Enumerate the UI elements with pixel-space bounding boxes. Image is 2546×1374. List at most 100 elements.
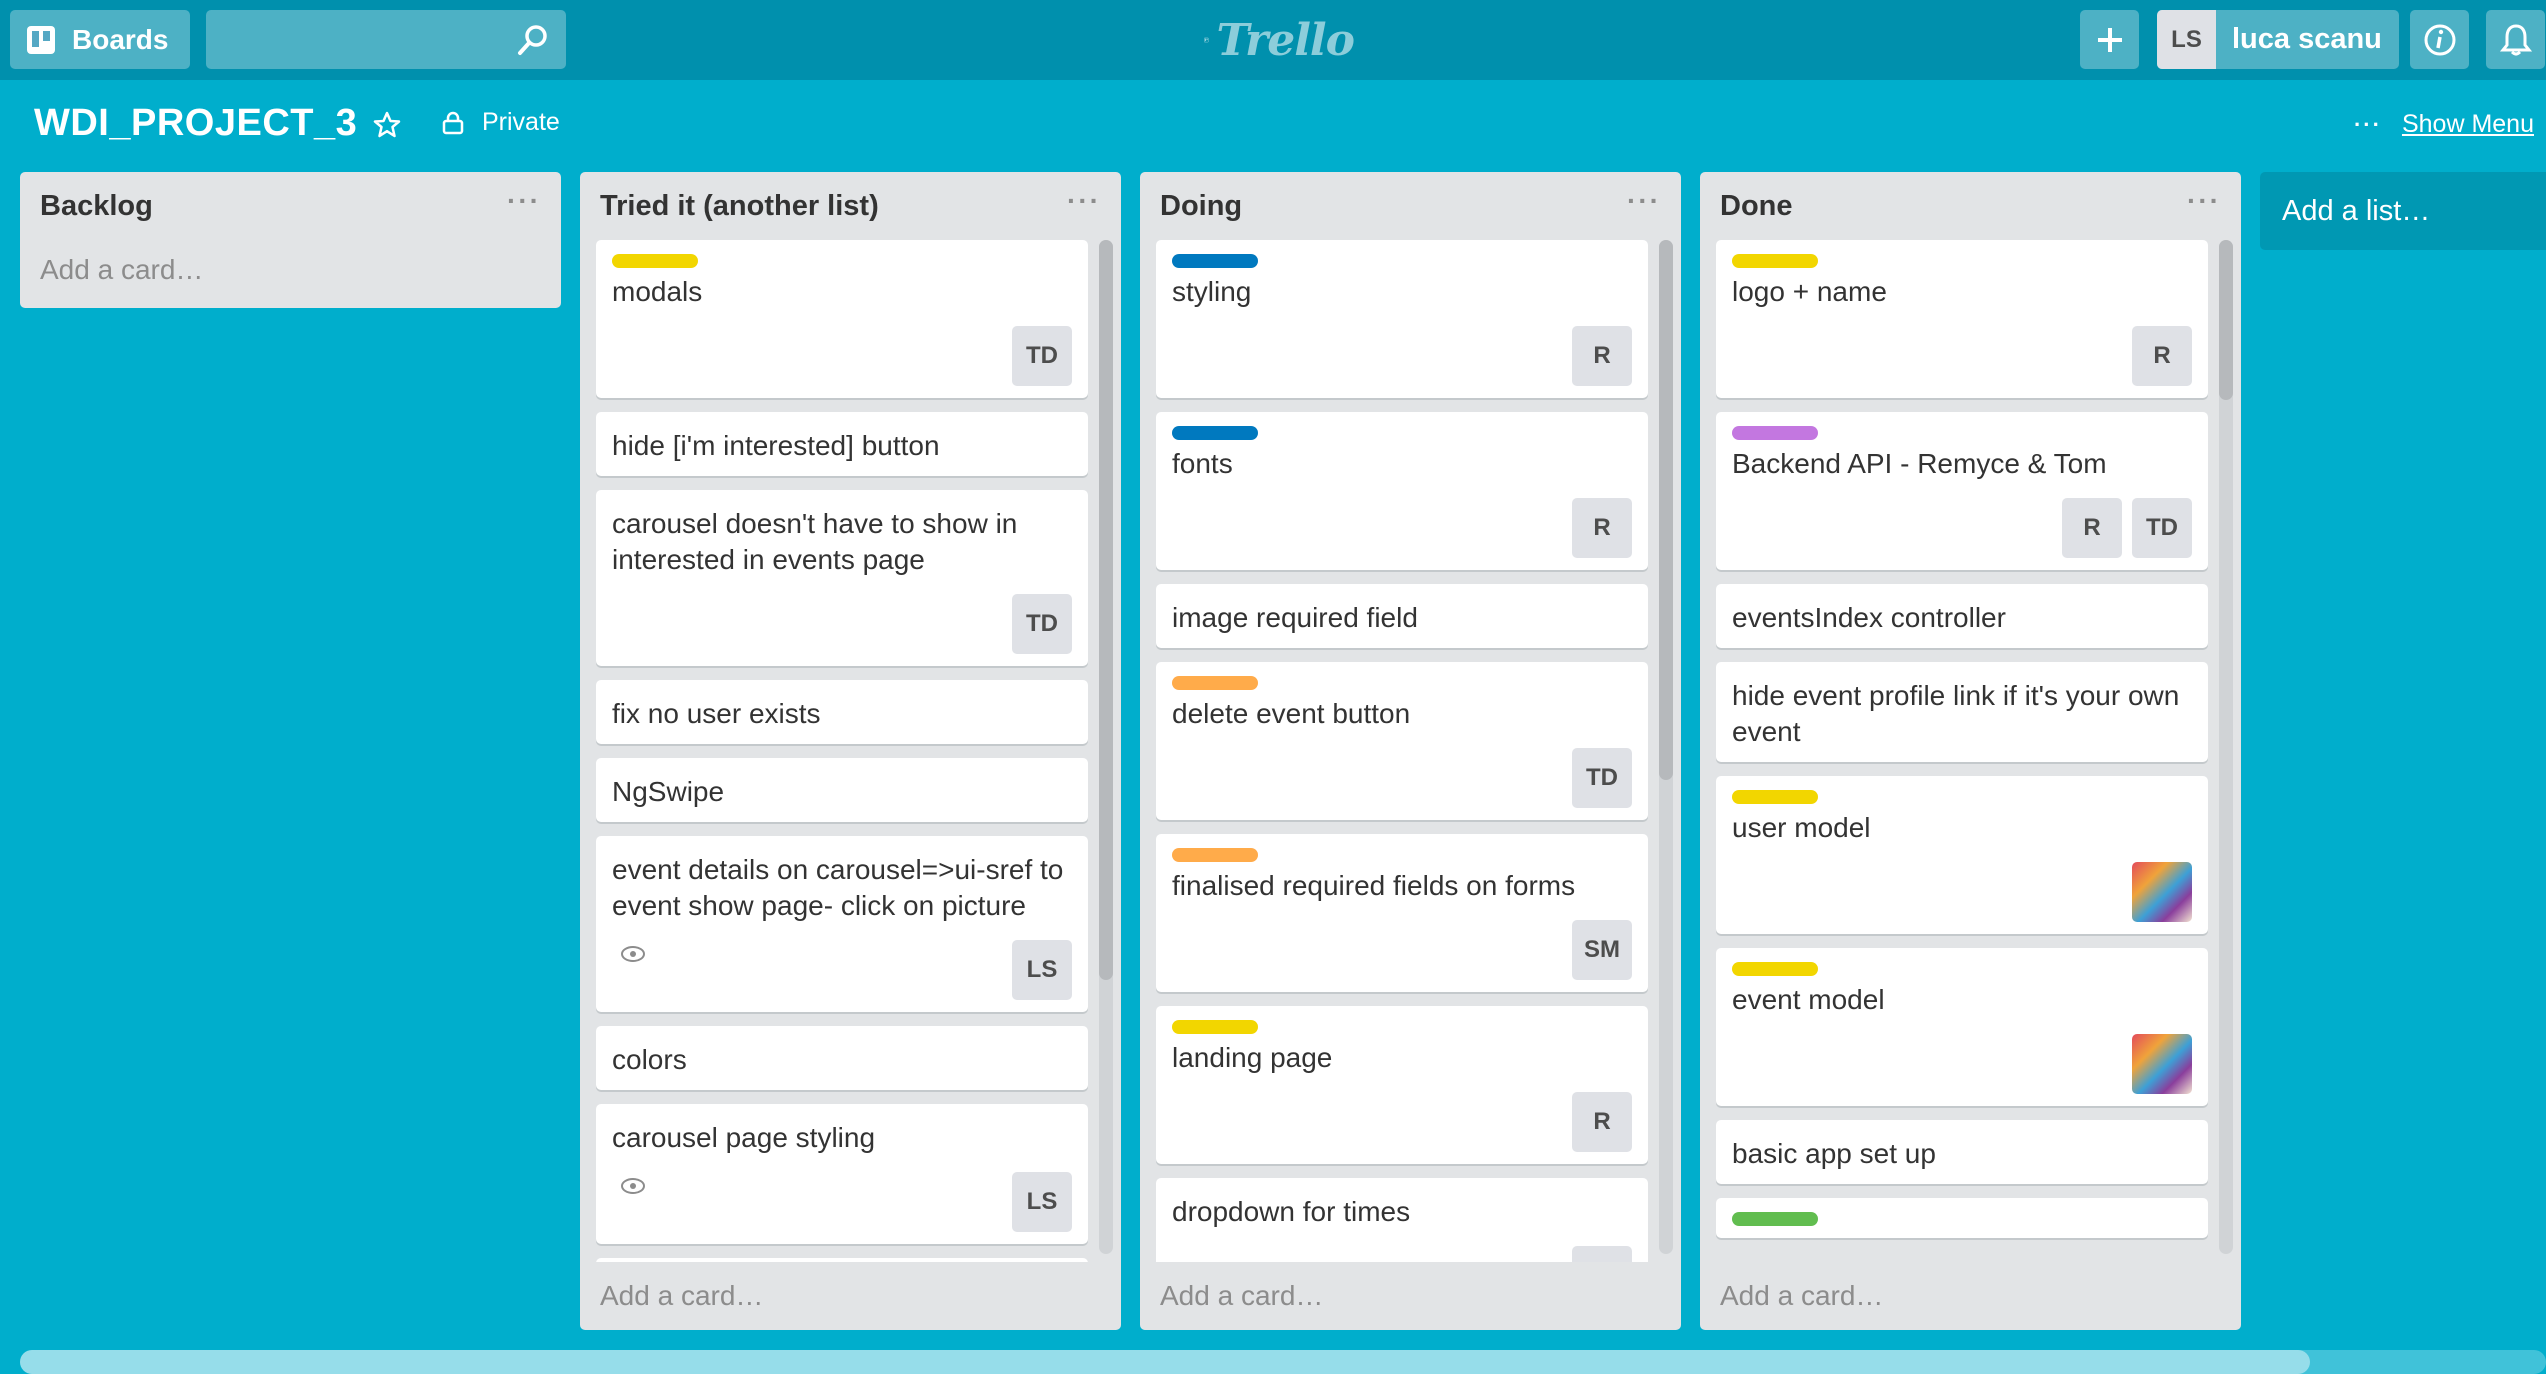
card[interactable]: image required field xyxy=(1156,584,1648,648)
card[interactable]: event model xyxy=(1716,948,2208,1106)
trello-logo[interactable]: Trello xyxy=(1204,12,1355,68)
card[interactable] xyxy=(1716,1198,2208,1238)
search-icon[interactable] xyxy=(516,23,550,57)
board-horizontal-scrollbar[interactable] xyxy=(20,1350,2546,1374)
card-members: R xyxy=(1172,498,1632,558)
add-list-button[interactable]: Add a list… xyxy=(2260,172,2546,250)
list-menu-icon[interactable]: ··· xyxy=(1627,185,1661,217)
star-icon[interactable] xyxy=(372,110,402,140)
member-avatar[interactable]: TD xyxy=(2132,498,2192,558)
list-title[interactable]: Doing xyxy=(1160,190,1242,223)
card[interactable]: colors xyxy=(596,1026,1088,1090)
top-header: Boards Trello LS luca scanu xyxy=(0,0,2546,80)
member-avatar[interactable]: R xyxy=(1572,498,1632,558)
card-label-yellow xyxy=(1732,962,1818,976)
card-list: modals TD hide [i'm interested] button caro… xyxy=(580,240,1121,1262)
card-label-yellow xyxy=(612,254,698,268)
card-label-orange xyxy=(1172,676,1258,690)
card-label-blue xyxy=(1172,426,1258,440)
list-scrollbar[interactable] xyxy=(2219,240,2233,1254)
card[interactable] xyxy=(596,1258,1088,1262)
member-avatar[interactable]: LS xyxy=(1012,940,1072,1000)
card[interactable]: carousel page styling LS xyxy=(596,1104,1088,1244)
member-avatar[interactable]: TD xyxy=(1572,748,1632,808)
card-title: carousel page styling xyxy=(612,1122,876,1153)
card[interactable]: hide event profile link if it's your own… xyxy=(1716,662,2208,762)
user-menu-button[interactable]: LS luca scanu xyxy=(2157,10,2399,69)
notifications-button[interactable] xyxy=(2486,10,2545,69)
card[interactable]: NgSwipe xyxy=(596,758,1088,822)
card-title: basic app set up xyxy=(1732,1138,1936,1169)
member-avatar[interactable]: TD xyxy=(1012,594,1072,654)
list-scrollbar[interactable] xyxy=(1099,240,1113,1254)
card[interactable]: fonts R xyxy=(1156,412,1648,570)
show-menu-link[interactable]: ··· Show Menu xyxy=(2354,110,2534,139)
list-scrollbar[interactable] xyxy=(1659,240,1673,1254)
card-title: NgSwipe xyxy=(612,776,725,807)
card-members xyxy=(1732,1034,2192,1094)
card[interactable]: eventsIndex controller xyxy=(1716,584,2208,648)
member-avatar[interactable] xyxy=(2132,862,2192,922)
card[interactable]: dropdown for times xyxy=(1156,1178,1648,1262)
search-input[interactable] xyxy=(206,10,566,69)
card[interactable]: finalised required fields on forms SM xyxy=(1156,834,1648,992)
add-button[interactable] xyxy=(2080,10,2139,69)
trello-logo-icon xyxy=(1204,37,1209,43)
member-avatar[interactable]: TD xyxy=(1012,326,1072,386)
member-avatar[interactable]: R xyxy=(1572,1092,1632,1152)
card[interactable]: carousel doesn't have to show in interes… xyxy=(596,490,1088,666)
add-card-link[interactable]: Add a card… xyxy=(580,1262,1121,1330)
add-card-link[interactable]: Add a card… xyxy=(1700,1262,2241,1330)
card-members: LS xyxy=(612,940,1072,1000)
list-title[interactable]: Done xyxy=(1720,190,1793,223)
board-title[interactable]: WDI_PROJECT_3 xyxy=(34,102,357,145)
boards-button[interactable]: Boards xyxy=(10,10,190,69)
card-title: user model xyxy=(1732,812,1871,843)
show-menu-label: Show Menu xyxy=(2401,110,2534,138)
list-title[interactable]: Backlog xyxy=(40,190,153,223)
card[interactable]: user model xyxy=(1716,776,2208,934)
member-avatar[interactable]: R xyxy=(2062,498,2122,558)
plus-icon xyxy=(2097,27,2122,52)
card-title: dropdown for times xyxy=(1172,1196,1411,1227)
card-title: eventsIndex controller xyxy=(1732,602,2006,633)
card[interactable]: modals TD xyxy=(596,240,1088,398)
card-title: Backend API - Remyce & Tom xyxy=(1732,448,2107,479)
list-tried-it: Tried it (another list) ··· modals TD hide… xyxy=(580,172,1121,1330)
add-card-link[interactable]: Add a card… xyxy=(20,240,561,300)
list-menu-icon[interactable]: ··· xyxy=(507,185,541,217)
card-members: LS xyxy=(612,1172,1072,1232)
list-backlog: Backlog ··· Add a card… xyxy=(20,172,561,308)
card[interactable]: styling R xyxy=(1156,240,1648,398)
visibility-button[interactable]: Private xyxy=(442,108,560,137)
member-avatar[interactable] xyxy=(2132,1034,2192,1094)
member-avatar[interactable]: SM xyxy=(1572,920,1632,980)
boards-icon xyxy=(27,25,55,54)
member-avatar[interactable]: LS xyxy=(1012,1172,1072,1232)
add-card-link[interactable]: Add a card… xyxy=(1140,1262,1681,1330)
card-title: delete event button xyxy=(1172,698,1411,729)
card[interactable]: delete event button TD xyxy=(1156,662,1648,820)
card-title: event model xyxy=(1732,984,1885,1015)
card-label-purple xyxy=(1732,426,1818,440)
card[interactable]: fix no user exists xyxy=(596,680,1088,744)
member-avatar[interactable]: R xyxy=(1572,326,1632,386)
card[interactable]: landing page R xyxy=(1156,1006,1648,1164)
card[interactable]: logo + name R xyxy=(1716,240,2208,398)
lock-icon xyxy=(442,111,464,134)
card[interactable]: basic app set up xyxy=(1716,1120,2208,1184)
card-title: fix no user exists xyxy=(612,698,821,729)
list-menu-icon[interactable]: ··· xyxy=(2187,185,2221,217)
list-menu-icon[interactable]: ··· xyxy=(1067,185,1101,217)
card-members: R xyxy=(1172,1092,1632,1152)
info-button[interactable] xyxy=(2410,10,2469,69)
member-avatar[interactable] xyxy=(1572,1246,1632,1262)
card[interactable]: event details on carousel=>ui-sref to ev… xyxy=(596,836,1088,1012)
card-title: hide event profile link if it's your own… xyxy=(1732,680,2180,747)
card[interactable]: hide [i'm interested] button xyxy=(596,412,1088,476)
card-members: TD xyxy=(612,326,1072,386)
list-title[interactable]: Tried it (another list) xyxy=(600,190,879,223)
member-avatar[interactable]: R xyxy=(2132,326,2192,386)
card[interactable]: Backend API - Remyce & Tom R TD xyxy=(1716,412,2208,570)
visibility-label: Private xyxy=(482,108,560,136)
